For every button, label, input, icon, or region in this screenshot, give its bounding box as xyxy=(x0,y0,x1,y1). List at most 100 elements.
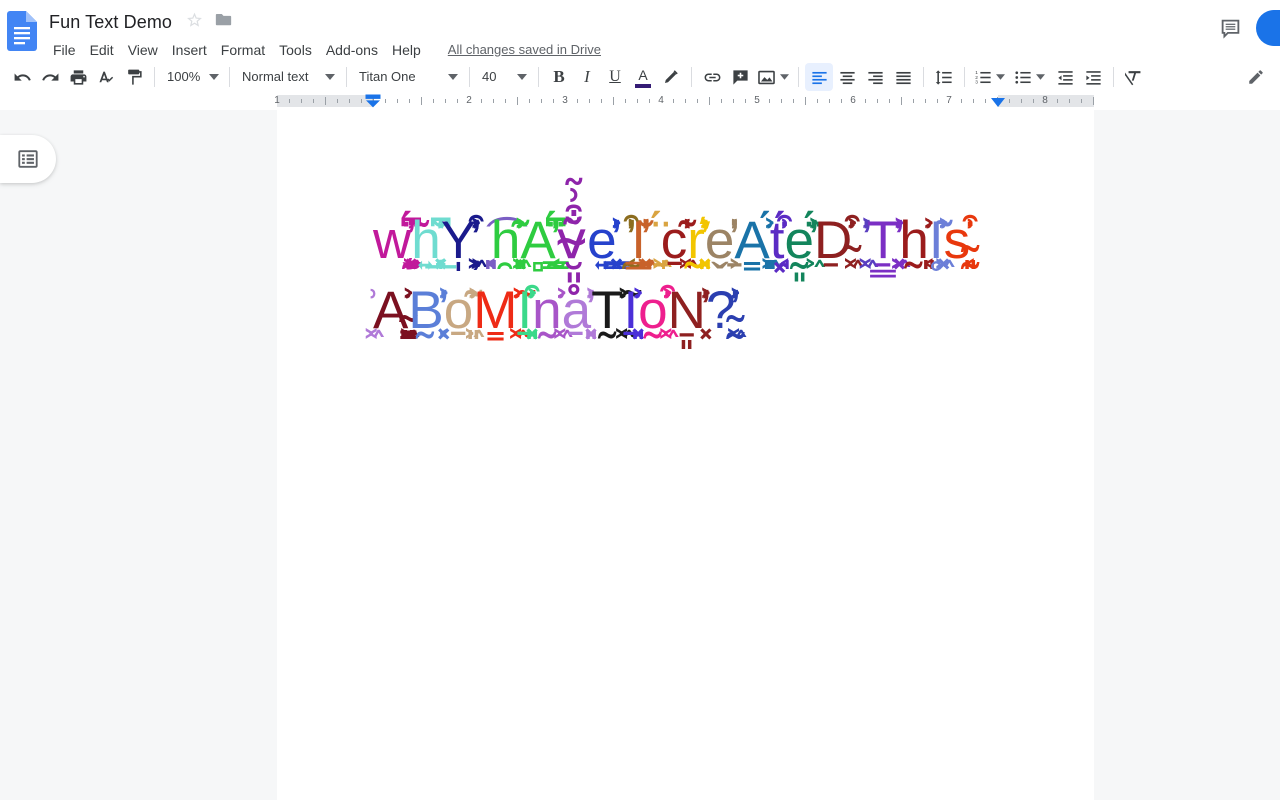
document-title[interactable]: Fun Text Demo xyxy=(47,10,174,34)
ruler-tick xyxy=(505,99,506,103)
ruler-tick xyxy=(589,99,590,103)
ruler-tick xyxy=(877,99,878,103)
add-comment-icon[interactable] xyxy=(726,63,754,91)
ruler-tick xyxy=(961,99,962,103)
document-outline-toggle[interactable] xyxy=(0,135,56,183)
toolbar-separator xyxy=(346,67,347,87)
ruler-tick xyxy=(721,99,722,103)
ruler-tick xyxy=(973,99,974,103)
doc-char: T̰͔͖͗͐̃ xyxy=(591,279,624,341)
print-icon[interactable] xyxy=(64,63,92,91)
menu-addons[interactable]: Add-ons xyxy=(319,39,385,61)
paragraph-style-select[interactable]: Normal text xyxy=(236,63,340,91)
numbered-list-button[interactable]: 123 xyxy=(971,63,1011,91)
menu-help[interactable]: Help xyxy=(385,39,428,61)
doc-char: o̰͔͖͗͐͒ xyxy=(638,279,668,341)
toolbar-separator xyxy=(469,67,470,87)
doc-char: I̱͈͓͗͐͒ xyxy=(517,279,533,341)
text-color-button[interactable]: A xyxy=(629,63,657,91)
align-right-icon[interactable] xyxy=(861,63,889,91)
doc-char: M̳͔͖͗͐̃ xyxy=(473,279,518,341)
toolbar-separator xyxy=(691,67,692,87)
redo-icon[interactable] xyxy=(36,63,64,91)
folder-icon[interactable] xyxy=(215,12,232,32)
doc-char: s̴̰͈͔͗͒ xyxy=(943,210,971,271)
align-left-icon[interactable] xyxy=(805,63,833,91)
ruler-tick xyxy=(613,97,614,105)
ruler-bar: 112345678 xyxy=(0,94,1280,110)
insert-link-icon[interactable] xyxy=(698,63,726,91)
font-size-select[interactable]: 40 xyxy=(476,63,532,91)
spellcheck-icon[interactable] xyxy=(92,63,120,91)
ruler-tick xyxy=(1093,97,1094,105)
font-family-select[interactable]: Titan One xyxy=(353,63,463,91)
toolbar-separator xyxy=(923,67,924,87)
ruler-tick xyxy=(925,99,926,103)
share-button[interactable] xyxy=(1256,10,1280,46)
ruler-tick xyxy=(889,99,890,103)
ruler-tick xyxy=(601,99,602,103)
line-spacing-icon[interactable] xyxy=(930,63,958,91)
doc-char: h̯͈͓͎͖͐͗͂ xyxy=(490,210,521,271)
toolbar-separator xyxy=(229,67,230,87)
align-center-icon[interactable] xyxy=(833,63,861,91)
ruler-tick xyxy=(337,99,338,103)
italic-button[interactable]: I xyxy=(573,63,601,91)
formatting-toolbar: 100% Normal text Titan One 40 B I U A 1 … xyxy=(0,60,1280,94)
ruler-tick xyxy=(313,99,314,103)
ruler-tick xyxy=(769,99,770,103)
doc-char: Y̩͖̗̦͕͐̓̓͗͒ xyxy=(440,210,477,271)
save-status-label[interactable]: All changes saved in Drive xyxy=(448,41,601,59)
document-page[interactable]: w̧͓͈̗͖̰̬̃͆͗̓̈́h͍͓̟̲͔͑̆͆͗Y̩͖̗̦͕͐̓̓͗͒ ͔͈̖͡h… xyxy=(277,110,1094,800)
doc-char: h̰͔͈͗͐ xyxy=(899,210,929,271)
bold-button[interactable]: B xyxy=(545,63,573,91)
ruler-tick xyxy=(493,99,494,103)
menu-tools[interactable]: Tools xyxy=(272,39,319,61)
header-actions xyxy=(1212,10,1280,46)
chevron-down-icon xyxy=(322,74,338,80)
bulleted-list-button[interactable] xyxy=(1011,63,1051,91)
ruler-tick xyxy=(325,97,326,105)
doc-char: I̥͓͖͗͐͂ xyxy=(928,210,944,271)
italic-label: I xyxy=(584,67,590,86)
clear-formatting-icon[interactable] xyxy=(1120,63,1148,91)
toolbar-separator xyxy=(154,67,155,87)
menu-edit[interactable]: Edit xyxy=(83,39,121,61)
editing-mode-button[interactable] xyxy=(1242,63,1270,91)
comment-icon[interactable] xyxy=(1212,10,1248,46)
doc-char: t͓̘͔͒͗́ xyxy=(769,210,785,271)
undo-icon[interactable] xyxy=(8,63,36,91)
horizontal-ruler[interactable]: 112345678 xyxy=(274,94,1094,110)
chevron-down-icon xyxy=(778,74,790,80)
ruler-tick xyxy=(709,97,710,105)
ruler-tick xyxy=(937,99,938,103)
increase-indent-icon[interactable] xyxy=(1079,63,1107,91)
google-docs-logo-icon[interactable] xyxy=(7,11,37,51)
decrease-indent-icon[interactable] xyxy=(1051,63,1079,91)
star-outline-icon[interactable] xyxy=(186,11,203,33)
document-text[interactable]: w̧͓͈̗͖̰̬̃͆͗̓̈́h͍͓̟̲͔͑̆͆͗Y̩͖̗̦͕͐̓̓͗͒ ͔͈̖͡h… xyxy=(373,206,998,346)
menu-insert[interactable]: Insert xyxy=(165,39,214,61)
menu-view[interactable]: View xyxy=(121,39,165,61)
chevron-down-icon xyxy=(1034,74,1046,80)
ruler-tick xyxy=(301,99,302,103)
doc-char: w̧͓͈̗͖̰̬̃͆͗̓̈́ xyxy=(373,210,412,271)
ruler-tick xyxy=(553,99,554,103)
menu-format[interactable]: Format xyxy=(214,39,272,61)
paint-format-icon[interactable] xyxy=(120,63,148,91)
menu-file[interactable]: File xyxy=(46,39,83,61)
ruler-tick xyxy=(481,99,482,103)
underline-label: U xyxy=(609,68,621,85)
highlight-pen-icon[interactable] xyxy=(657,63,685,91)
zoom-level-select[interactable]: 100% xyxy=(161,63,223,91)
ruler-tick xyxy=(1021,99,1022,103)
ruler-tick xyxy=(1057,99,1058,103)
svg-text:3: 3 xyxy=(975,79,978,85)
align-justify-icon[interactable] xyxy=(889,63,917,91)
doc-char: e̬̱͕͑͗̓ xyxy=(704,210,735,271)
insert-image-button[interactable] xyxy=(754,63,792,91)
doc-char: A̴̳̱͈͖͗͐ xyxy=(373,279,409,341)
underline-button[interactable]: U xyxy=(601,63,629,91)
ruler-tick xyxy=(541,99,542,103)
ruler-tick xyxy=(457,99,458,103)
